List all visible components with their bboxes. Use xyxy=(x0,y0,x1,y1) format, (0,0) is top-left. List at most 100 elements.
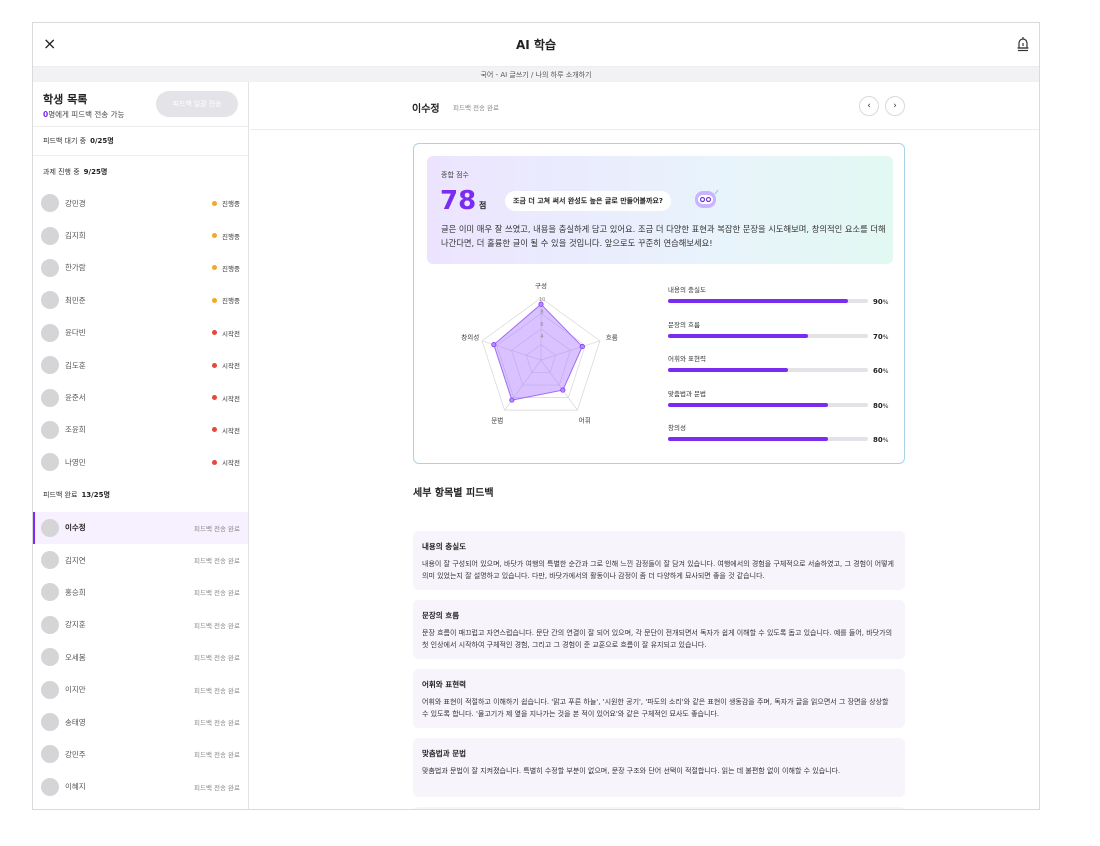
feedback-title: 맞춤법과 문법 xyxy=(422,749,467,758)
group-label: 과제 진행 중 xyxy=(43,167,80,176)
student-name: 김지연 xyxy=(65,555,86,565)
student-list-item[interactable]: 강민경 진행중 xyxy=(33,187,248,219)
status-label: 피드백 전송 완료 xyxy=(194,654,240,663)
student-name: 이수정 xyxy=(65,523,86,533)
score-bar-item: 맞춤법과 문법 80% xyxy=(668,388,894,423)
student-list-item[interactable]: 최민준 진행중 xyxy=(33,284,248,316)
bulk-send-feedback-button[interactable]: 피드백 일괄 전송 xyxy=(156,91,238,117)
radar-chart: 10 8 6 4 구성흐름어휘 문법 창의성 xyxy=(461,281,618,425)
student-name: 나영민 xyxy=(65,457,86,467)
student-name: 김도훈 xyxy=(65,360,86,370)
score-bar-label: 문장의 흐름 xyxy=(668,320,700,329)
avatar xyxy=(41,518,59,537)
next-student-button[interactable]: › xyxy=(885,96,905,116)
chevron-left-icon: ‹ xyxy=(867,101,871,111)
group-label: 피드백 대기 중 xyxy=(43,137,87,145)
student-name: 송태영 xyxy=(65,717,86,727)
student-name: 이지만 xyxy=(65,685,86,695)
status-dot-icon xyxy=(212,459,218,465)
student-list-item[interactable]: 윤다빈 시작전 xyxy=(33,317,248,349)
score-bar-fill xyxy=(668,402,828,407)
student-status: 피드백 전송 완료 xyxy=(453,104,499,112)
close-button[interactable]: × xyxy=(43,35,56,53)
radar-tick-label: 4 xyxy=(540,334,543,340)
feedback-text: 맞춤법과 문법이 잘 지켜졌습니다. 특별히 수정할 부분이 없으며, 문장 구… xyxy=(422,767,841,775)
student-list-item[interactable]: 이혜지 피드백 전송 완료 xyxy=(33,771,248,803)
student-name: 강민주 xyxy=(65,749,86,759)
score-bar-track xyxy=(668,402,868,407)
status-badge: 시작전 xyxy=(212,457,240,467)
student-list-item[interactable]: 송태영 피드백 전송 완료 xyxy=(33,706,248,738)
status-label: 시작전 xyxy=(222,329,240,338)
status-badge: 시작전 xyxy=(212,393,240,403)
avatar xyxy=(41,713,59,732)
score-bar-item: 내용의 충실도 90% xyxy=(668,284,894,319)
main-panel: 이수정 피드백 전송 완료 ‹ › 종합 점수 78 점 조금 더 고쳐 써서 … xyxy=(250,82,1039,809)
previous-student-button[interactable]: ‹ xyxy=(859,96,879,116)
breadcrumb: 국어 - AI 글쓰기 / 나의 하루 소개하기 xyxy=(33,67,1039,82)
status-label: 피드백 전송 완료 xyxy=(194,524,240,533)
student-list-item[interactable]: 강지훈 피드백 전송 완료 xyxy=(33,609,248,641)
student-list-item[interactable]: 오세봄 피드백 전송 완료 xyxy=(33,641,248,673)
status-label: 시작전 xyxy=(222,362,240,371)
score-bar-label: 내용의 충실도 xyxy=(668,286,706,294)
student-name: 한가람 xyxy=(65,263,86,273)
score-bar-fill xyxy=(668,368,788,373)
alarm-icon[interactable] xyxy=(1015,35,1031,53)
sidebar-header: 학생 목록 0명에게 피드백 전송 가능 피드백 일괄 전송 xyxy=(33,82,248,127)
radar-point xyxy=(579,344,585,350)
group-header: 과제 진행 중 9/25명 xyxy=(33,155,248,187)
avatar xyxy=(41,226,59,245)
avatar xyxy=(41,615,59,634)
student-list-item[interactable]: 김도훈 시작전 xyxy=(33,349,248,381)
status-badge: 진행중 xyxy=(212,263,240,273)
feedback-text: 문장 흐름이 매끄럽고 자연스럽습니다. 문단 간의 연결이 잘 되어 있으며,… xyxy=(422,629,893,649)
score-bar-number: 90 xyxy=(873,298,883,306)
page-title: AI 학습 xyxy=(515,38,556,52)
avatar xyxy=(41,583,59,602)
group-count: 0/25명 xyxy=(90,137,114,145)
feedback-card: 창의성 xyxy=(413,807,905,809)
student-list-item[interactable]: 조윤희 시작전 xyxy=(33,414,248,446)
student-list-item[interactable]: 강민주 피드백 전송 완료 xyxy=(33,738,248,770)
status-label: 시작전 xyxy=(222,426,240,435)
group-header: 피드백 완료 13/25명 xyxy=(33,479,248,512)
group-count: 13/25명 xyxy=(81,491,110,500)
student-list-item[interactable]: 홍승희 피드백 전송 완료 xyxy=(33,576,248,608)
score-unit: 점 xyxy=(479,201,487,210)
student-name: 이수정 xyxy=(412,104,440,115)
status-dot-icon xyxy=(212,233,218,239)
group-label: 피드백 완료 xyxy=(43,491,78,500)
score-bar-item: 어휘와 표현력 60% xyxy=(668,353,894,388)
score-bar-value: 70% xyxy=(873,333,888,341)
student-name: 윤다빈 xyxy=(65,328,86,338)
student-list-item[interactable]: 김지연 피드백 전송 완료 xyxy=(33,544,248,576)
score-bar-label: 창의성 xyxy=(668,424,686,433)
feedback-text: 어휘와 표현이 적절하고 이해하기 쉽습니다. '맑고 푸른 하늘', '시원한… xyxy=(422,698,889,718)
student-list-item[interactable]: 이지만 피드백 전송 완료 xyxy=(33,673,248,705)
status-badge: 진행중 xyxy=(212,198,240,208)
radar-tick-label: 10 xyxy=(539,297,545,303)
score-bar-fill xyxy=(668,299,848,303)
student-list-item[interactable]: 이수정 피드백 전송 완료 xyxy=(33,511,248,545)
radar-tick-label: 8 xyxy=(540,309,543,315)
student-name: 이혜지 xyxy=(65,782,86,792)
avatar xyxy=(41,648,59,667)
student-name: 오세봄 xyxy=(65,652,86,662)
radar-axis-label: 어휘 xyxy=(579,416,591,425)
feedback-card: 문장의 흐름 문장 흐름이 매끄럽고 자연스럽습니다. 문단 간의 연결이 잘 되… xyxy=(413,600,905,659)
student-name: 강지훈 xyxy=(65,620,86,630)
score-bars: 내용의 충실도 90% 문장의 흐름 70% 어휘와 표현력 60% 맞춤법과 문법 80% 창… xyxy=(668,284,894,457)
student-list-item[interactable]: 나영민 시작전 xyxy=(33,446,248,478)
status-dot-icon xyxy=(212,297,218,303)
student-header: 이수정 피드백 전송 완료 ‹ › xyxy=(250,82,1039,130)
score-label: 종합 점수 xyxy=(441,171,469,179)
student-list-item[interactable]: 한가람 진행중 xyxy=(33,252,248,284)
student-name: 윤준서 xyxy=(65,393,86,403)
status-label: 피드백 전송 완료 xyxy=(194,621,240,630)
student-list-item[interactable]: 김지희 진행중 xyxy=(33,219,248,251)
score-bar-track xyxy=(668,368,868,373)
student-list-item[interactable]: 윤준서 시작전 xyxy=(33,381,248,413)
radar-axis-label: 흐름 xyxy=(606,334,618,342)
score-bar-item: 창의성 80% xyxy=(668,422,894,457)
